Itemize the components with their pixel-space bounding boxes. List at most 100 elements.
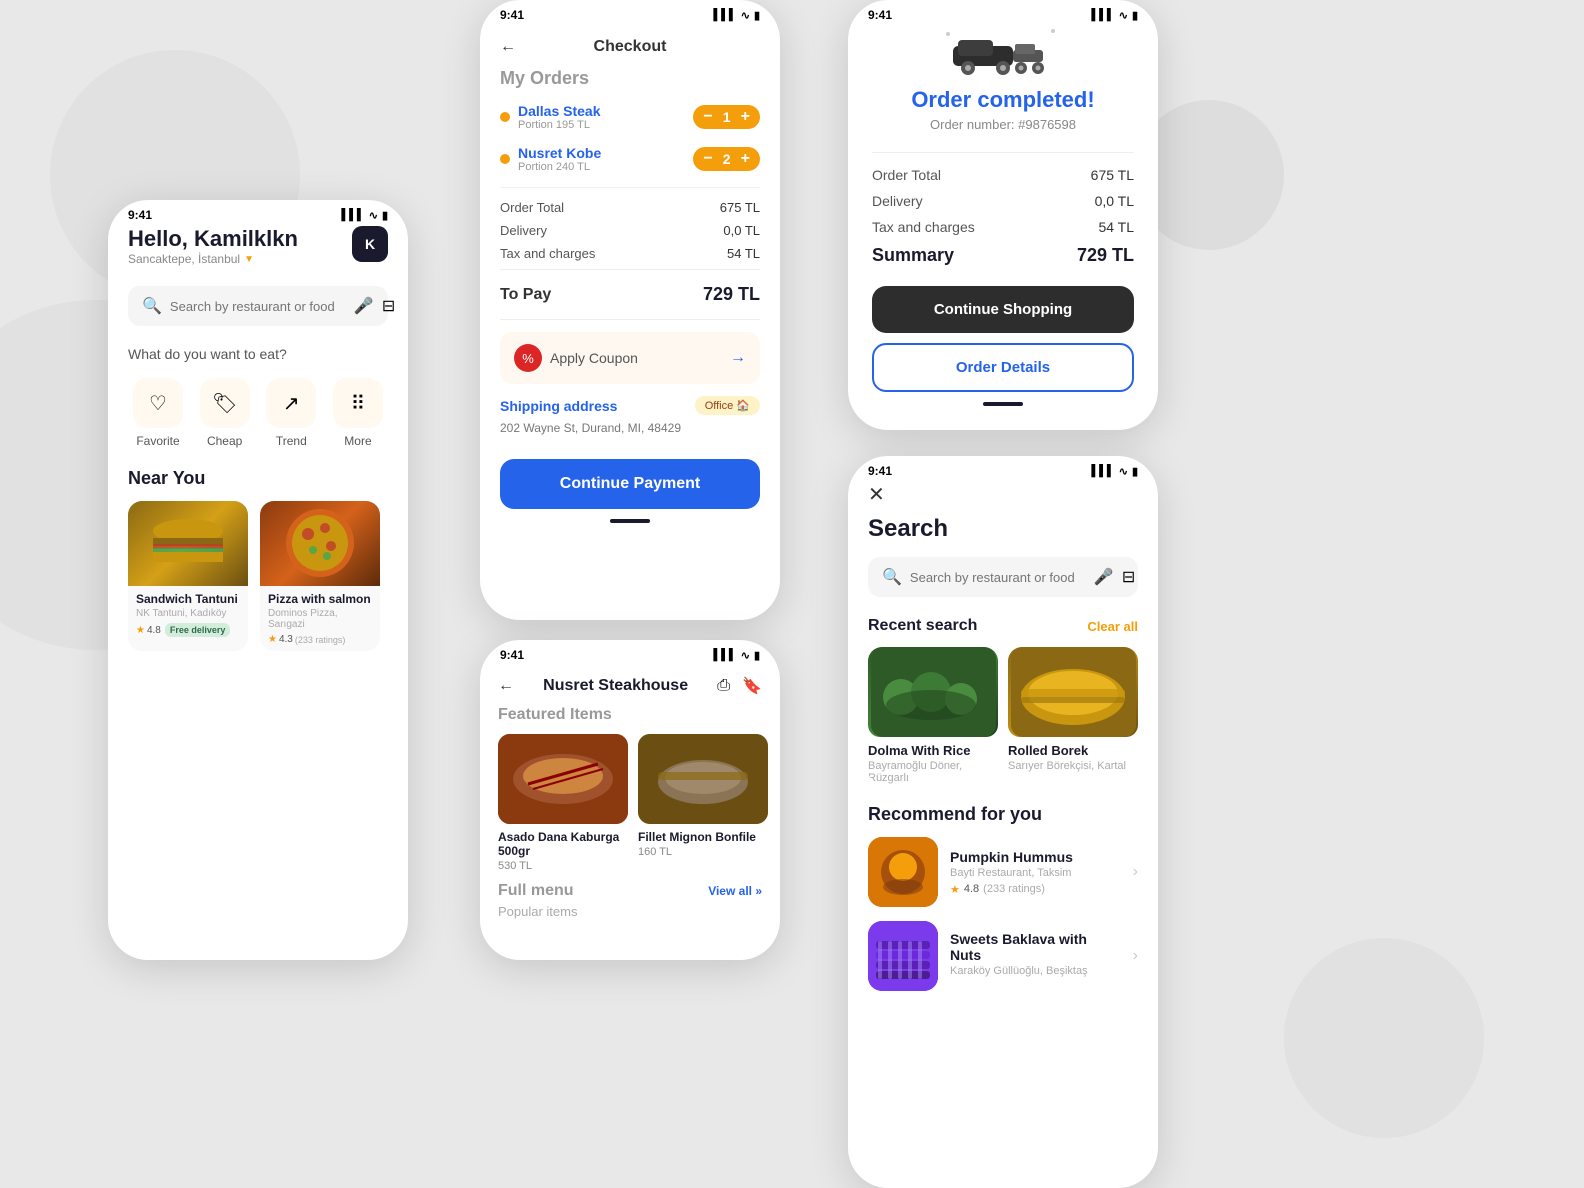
order-item-1-info: Dallas Steak Portion 195 TL [518,103,601,131]
wifi-icon: ∿ [369,209,378,222]
phone2-checkout: 9:41 ▌▌▌ ∿ ▮ ← Checkout My Orders Dallas… [480,0,780,620]
order-dot-2 [500,154,510,164]
bookmark-icon[interactable]: 🔖 [742,676,762,696]
full-menu-title: Full menu [498,882,574,900]
featured-section: Featured Items Asado Dana Kaburga 500gr … [480,706,780,872]
order-item-1: Dallas Steak Portion 195 TL − 1 + [500,103,760,131]
sandwich-image [128,501,248,586]
signal-icon: ▌▌▌ [341,209,364,221]
featured-card-1[interactable]: Asado Dana Kaburga 500gr 530 TL [498,734,628,872]
pizza-rating: ★ 4.3 (233 ratings) [268,634,345,645]
food-card-sandwich[interactable]: Sandwich Tantuni NK Tantuni, Kadıköy ★ 4… [128,501,248,651]
star-icon: ★ [136,625,145,636]
search-bar[interactable]: 🔍 🎤 ⊟ [128,286,388,326]
sandwich-name: Sandwich Tantuni [136,592,240,606]
continue-shopping-button[interactable]: Continue Shopping [872,286,1134,333]
view-all-link[interactable]: View all » [708,884,762,898]
category-trend[interactable]: ↗ Trend [261,378,321,448]
pumpkin-info: Pumpkin Hummus Bayti Restaurant, Taksim … [950,849,1121,896]
order-details-button[interactable]: Order Details [872,343,1134,392]
coupon-row[interactable]: % Apply Coupon → [500,332,760,384]
featured-card-2[interactable]: Fillet Mignon Bonfile 160 TL [638,734,768,872]
shipping-row: Shipping address Office 🏠 202 Wayne St, … [500,396,760,437]
dolma-name: Dolma With Rice [868,743,998,758]
baklava-name: Sweets Baklava with Nuts [950,931,1121,963]
category-more[interactable]: ⠿ More [328,378,388,448]
signal-icon-5: ▌▌▌ [1091,465,1114,477]
food-cards: Sandwich Tantuni NK Tantuni, Kadıköy ★ 4… [128,501,388,651]
search-page-title: Search [868,515,1138,543]
sandwich-restaurant: NK Tantuni, Kadıköy [136,608,240,619]
filter-icon[interactable]: ⊟ [382,296,395,316]
phone5-search: 9:41 ▌▌▌ ∿ ▮ ✕ Search 🔍 🎤 ⊟ Recent searc… [848,456,1158,1188]
coupon-icon: % [514,344,542,372]
category-grid: ♡ Favorite 🏷 Cheap ↗ Trend ⠿ More [128,378,388,448]
filter-icon-page[interactable]: ⊟ [1122,567,1135,587]
search-icon-page: 🔍 [882,567,902,587]
mic-icon-page[interactable]: 🎤 [1094,567,1114,587]
sandwich-info: Sandwich Tantuni NK Tantuni, Kadıköy ★ 4… [128,586,248,643]
continue-payment-button[interactable]: Continue Payment [500,459,760,509]
pizza-info: Pizza with salmon Dominos Pizza, Sarıgaz… [260,586,380,651]
more-icon: ⠿ [333,378,383,428]
recent-card-borek[interactable]: Rolled Borek Sarıyer Börekçisi, Kartal [1008,647,1138,784]
order-total-value: 675 TL [720,200,760,215]
qty-increase-1[interactable]: + [741,109,750,125]
search-input[interactable] [170,299,346,314]
search-icon: 🔍 [142,296,162,316]
coupon-arrow-icon: → [730,349,746,367]
order-complete-title: Order completed! [872,87,1134,113]
delivery-value: 0,0 TL [723,223,760,238]
time-1: 9:41 [128,208,152,222]
office-badge: Office 🏠 [695,396,760,415]
cheap-icon: 🏷 [200,378,250,428]
search-input-page[interactable] [910,570,1086,585]
qty-control-1[interactable]: − 1 + [693,105,760,129]
recent-search-row: Recent search Clear all [868,617,1138,635]
close-button[interactable]: ✕ [868,482,1138,507]
avatar: K [352,226,388,262]
restaurant-header-icons: ⎙ 🔖 [717,676,762,696]
status-bar-2: 9:41 ▌▌▌ ∿ ▮ [480,0,780,26]
pizza-rating-count: (233 ratings) [295,635,346,645]
order-total-row: Order Total 675 TL [500,200,760,215]
featured-img-1 [498,734,628,824]
divider-1 [500,187,760,188]
recommend-card-baklava[interactable]: Sweets Baklava with Nuts Karaköy Güllüoğ… [868,921,1138,991]
category-cheap[interactable]: 🏷 Cheap [195,378,255,448]
summary-delivery-label: Delivery [872,193,923,209]
mic-icon[interactable]: 🎤 [354,296,374,316]
apply-coupon-text: Apply Coupon [550,350,638,366]
dolma-restaurant: Bayramoğlu Döner, Rüzgarlı [868,760,998,784]
clear-all-button[interactable]: Clear all [1087,619,1138,634]
qty-decrease-1[interactable]: − [703,109,712,125]
tax-label: Tax and charges [500,246,595,261]
home-content: Hello, Kamilklkn Sancaktepe, İstanbul ▼ … [108,226,408,651]
qty-control-2[interactable]: − 2 + [693,147,760,171]
pizza-image [260,501,380,586]
delivery-illustration [872,26,1134,81]
food-card-pizza[interactable]: Pizza with salmon Dominos Pizza, Sarıgaz… [260,501,380,651]
order-item-1-name: Dallas Steak [518,103,601,119]
back-arrow-icon[interactable]: ← [500,38,516,56]
baklava-image [868,921,938,991]
featured-items: Asado Dana Kaburga 500gr 530 TL Fillet M… [498,734,762,872]
coupon-left: % Apply Coupon [514,344,638,372]
phone3-order-complete: 9:41 ▌▌▌ ∿ ▮ [848,0,1158,430]
recommend-card-pumpkin[interactable]: Pumpkin Hummus Bayti Restaurant, Taksim … [868,837,1138,907]
search-bar-page[interactable]: 🔍 🎤 ⊟ [868,557,1138,597]
qty-increase-2[interactable]: + [741,151,750,167]
recent-card-dolma[interactable]: Dolma With Rice Bayramoğlu Döner, Rüzgar… [868,647,998,784]
back-arrow-restaurant[interactable]: ← [498,677,514,695]
qty-decrease-2[interactable]: − [703,151,712,167]
share-icon[interactable]: ⎙ [717,677,730,695]
time-3: 9:41 [868,8,892,22]
time-4: 9:41 [500,648,524,662]
summary-order-total-row: Order Total 675 TL [872,167,1134,183]
category-favorite[interactable]: ♡ Favorite [128,378,188,448]
pumpkin-rating-count: (233 ratings) [983,883,1045,895]
checkout-header: ← Checkout [480,26,780,68]
wifi-icon-4: ∿ [741,649,750,662]
search-right-icons: 🎤 ⊟ [354,296,395,316]
search-page-right-icons: 🎤 ⊟ [1094,567,1135,587]
